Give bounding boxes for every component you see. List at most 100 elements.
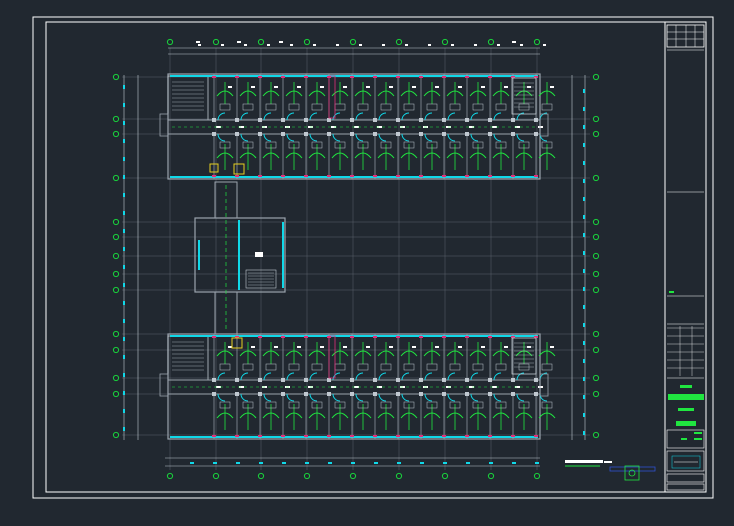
column [419,118,423,122]
dim-tick [583,287,585,291]
room-label [320,346,324,348]
dim-tick [282,462,286,464]
dim-tick [190,462,194,464]
column [281,378,285,382]
background [0,0,734,522]
dim-tick [123,319,125,323]
dim-tick [123,193,125,197]
room-label [389,346,393,348]
room-label [458,346,462,348]
column [327,132,331,136]
column [235,118,239,122]
column [350,378,354,382]
dim-tick [123,247,125,251]
column [465,378,469,382]
axis-tag-top [237,41,241,43]
column [419,392,423,396]
dim-tick [123,157,125,161]
dim-tick [123,355,125,359]
room-label [550,86,554,88]
dim-tick [123,409,125,413]
dim-tick [583,269,585,273]
dim-tick [123,301,125,305]
axis-tag-top [196,41,200,43]
room-label [481,346,485,348]
room-label [343,346,347,348]
dim-tick [583,107,585,111]
room-label [435,346,439,348]
column [350,132,354,136]
column [304,132,308,136]
column [488,118,492,122]
dim-tick [474,44,477,46]
column [396,378,400,382]
room-label [228,346,232,348]
room-label [412,346,416,348]
dim-tick [583,305,585,309]
dim-tick [267,44,270,46]
dim-tick [583,161,585,165]
dim-tick [583,215,585,219]
dim-tick [244,44,247,46]
dim-tick [123,85,125,89]
dim-tick [583,359,585,363]
room-label [504,86,508,88]
room-label [435,86,439,88]
column [511,118,515,122]
column [442,392,446,396]
dim-tick [535,462,539,464]
dim-tick [497,44,500,46]
column [212,118,216,122]
dim-tick [123,211,125,215]
room-label [297,346,301,348]
column [465,392,469,396]
room-label [343,86,347,88]
dim-tick [583,143,585,147]
link-label [255,252,263,257]
dim-tick [397,462,401,464]
room-label [538,386,543,388]
column [373,392,377,396]
column [350,118,354,122]
room-label [228,86,232,88]
dim-tick [236,462,240,464]
dim-tick [451,44,454,46]
dim-tick [512,462,516,464]
dim-tick [123,121,125,125]
column [442,118,446,122]
dim-tick [583,377,585,381]
column [304,118,308,122]
dim-tick [123,283,125,287]
dim-tick [123,265,125,269]
column [465,118,469,122]
column [235,378,239,382]
room-label [274,86,278,88]
room-label [251,346,255,348]
column [327,378,331,382]
dim-tick [359,44,362,46]
column [419,132,423,136]
column [258,392,262,396]
title-block-mark-2 [678,408,694,411]
room-label [274,346,278,348]
dim-tick [466,462,470,464]
dim-tick [583,125,585,129]
column [511,392,515,396]
dim-tick [290,44,293,46]
dim-tick [305,462,309,464]
column [327,392,331,396]
dim-tick [351,462,355,464]
dim-tick [313,44,316,46]
dim-tick [443,462,447,464]
dim-tick [420,462,424,464]
title-block-mark-1 [680,385,692,388]
dim-tick [543,44,546,46]
column [465,132,469,136]
room-label [458,86,462,88]
column [350,392,354,396]
room-label [389,86,393,88]
dim-tick [259,462,263,464]
column [373,378,377,382]
dim-tick [428,44,431,46]
column [373,132,377,136]
